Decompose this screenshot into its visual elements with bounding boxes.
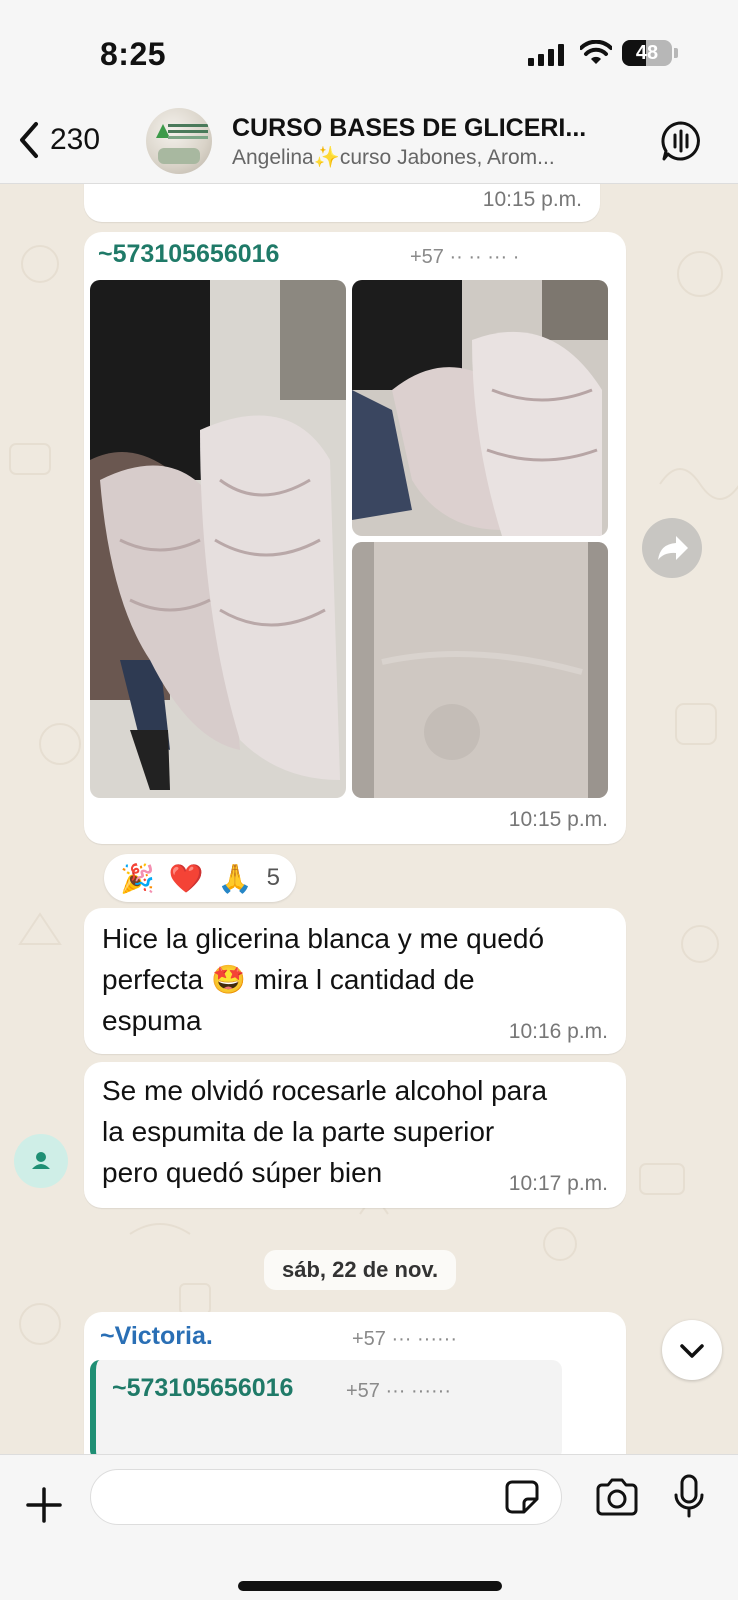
person-icon: [32, 1152, 50, 1169]
forward-icon: [658, 536, 688, 560]
chevron-down-icon: [680, 1344, 704, 1358]
sender-name[interactable]: ~573105656016: [98, 240, 279, 269]
battery-percent: 48: [635, 42, 659, 64]
message-time: 10:17 p.m.: [508, 1172, 608, 1195]
reaction-pray: 🙏: [217, 862, 253, 894]
message-composer: [0, 1454, 738, 1600]
clock: 8:25: [100, 36, 167, 72]
sticker-icon[interactable]: [504, 1479, 540, 1515]
camera-icon[interactable]: [594, 1477, 640, 1517]
wifi-icon: [580, 40, 612, 64]
sender-phone: +57 ·· ·· ··· ·: [410, 246, 520, 268]
sender-name[interactable]: ~Victoria.: [100, 1322, 213, 1351]
message-line: espuma: [102, 1005, 202, 1036]
message-line: perfecta 🤩 mira l cantidad de: [102, 964, 475, 995]
battery-tip: [674, 48, 678, 58]
reactions-bar[interactable]: 🎉 ❤️ 🙏 5: [104, 854, 296, 902]
plus-icon[interactable]: [24, 1485, 64, 1525]
text-message[interactable]: Se me olvidó rocesarle alcohol para la e…: [84, 1062, 626, 1208]
reaction-party: 🎉: [120, 862, 155, 894]
reaction-heart: ❤️: [168, 862, 204, 894]
unread-count: 230: [50, 123, 101, 156]
message-bubble[interactable]: 10:15 p.m.: [84, 184, 600, 222]
sender-avatar[interactable]: [14, 1134, 68, 1188]
message-line: Se me olvidó rocesarle alcohol para: [102, 1075, 548, 1106]
home-indicator: [238, 1581, 502, 1591]
photo-hands-foam[interactable]: [90, 280, 346, 798]
group-members[interactable]: Angelina✨curso Jabones, Arom...: [232, 146, 602, 170]
voice-chat-icon[interactable]: [660, 120, 702, 162]
group-avatar[interactable]: [146, 108, 212, 174]
chat-header: 230 CURSO BASES DE GLICERI... Angelina✨c…: [0, 100, 738, 184]
reaction-count: 5: [266, 864, 280, 891]
message-input[interactable]: [90, 1469, 562, 1525]
quoted-sender: ~573105656016: [112, 1374, 294, 1402]
message-body: Hice la glicerina blanca y me quedó perf…: [102, 918, 544, 1041]
message-time: 10:15 p.m.: [508, 808, 608, 831]
quoted-phone: +57 ··· ······: [346, 1380, 451, 1402]
group-title[interactable]: CURSO BASES DE GLICERI...: [232, 114, 602, 143]
back-button[interactable]: 230: [16, 120, 100, 160]
scroll-to-bottom-button[interactable]: [662, 1320, 722, 1380]
message-line: Hice la glicerina blanca y me quedó: [102, 923, 545, 954]
album-message[interactable]: ~573105656016 +57 ·· ·· ··· · 10:15 p.m.: [84, 232, 626, 844]
message-time: 10:15 p.m.: [482, 188, 582, 211]
status-bar: 8:25 48: [0, 0, 738, 100]
message-time: 10:16 p.m.: [508, 1020, 608, 1043]
photo-soap-block[interactable]: [352, 542, 608, 798]
chat-area[interactable]: 10:15 p.m. ~573105656016 +57 ·· ·· ··· ·: [0, 184, 738, 1454]
sender-phone: +57 ··· ······: [352, 1328, 457, 1350]
forward-button[interactable]: [642, 518, 702, 578]
message-line: la espumita de la parte superior: [102, 1116, 495, 1147]
chevron-left-icon: [20, 122, 38, 158]
cellular-signal-icon: [528, 44, 564, 66]
date-separator: sáb, 22 de nov.: [264, 1250, 457, 1290]
microphone-icon[interactable]: [672, 1473, 706, 1519]
text-message[interactable]: Hice la glicerina blanca y me quedó perf…: [84, 908, 626, 1054]
photo-hands-foam-2[interactable]: [352, 280, 608, 536]
battery-icon: 48: [622, 40, 672, 66]
message-line: pero quedó súper bien: [102, 1157, 383, 1188]
quoted-message[interactable]: ~573105656016 +57 ··· ······: [90, 1360, 562, 1454]
message-body: Se me olvidó rocesarle alcohol para la e…: [102, 1070, 547, 1193]
